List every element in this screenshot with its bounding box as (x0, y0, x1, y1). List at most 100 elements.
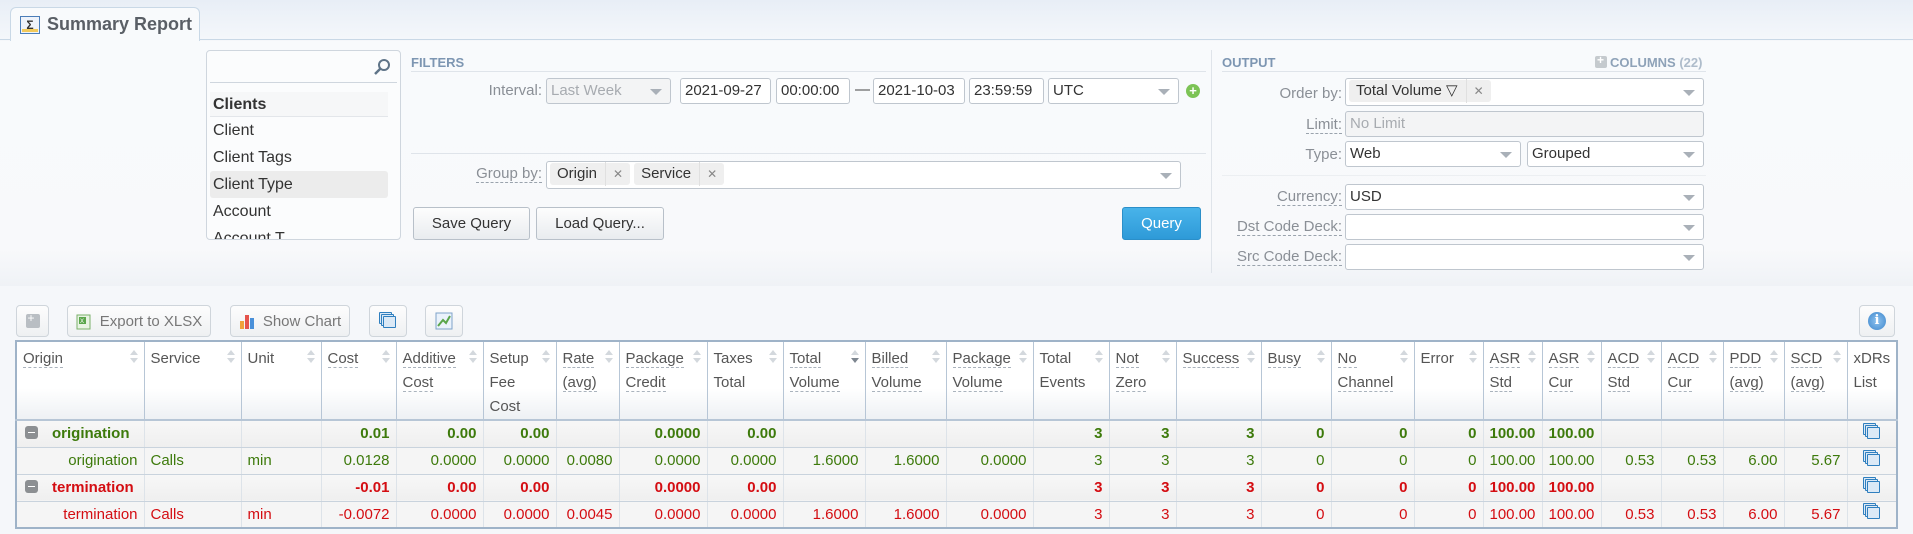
chevron-down-icon (1683, 152, 1695, 158)
export-xlsx-button[interactable]: X Export to XLSX (67, 305, 211, 337)
column-header[interactable]: xDRs List (1846, 341, 1897, 421)
column-header[interactable]: Package Volume (945, 341, 1033, 421)
start-date-input[interactable]: 2021-09-27 (680, 78, 771, 104)
group-by-chip-service[interactable]: Service ✕ (634, 162, 725, 186)
save-query-button[interactable]: Save Query (413, 207, 530, 240)
start-time-input[interactable]: 00:00:00 (776, 78, 850, 104)
sort-arrows-icon[interactable] (1246, 350, 1255, 364)
query-button[interactable]: Query (1122, 207, 1201, 240)
limit-input[interactable]: No Limit (1345, 111, 1704, 137)
currency-select[interactable]: USD (1345, 184, 1704, 210)
interval-select[interactable]: Last Week (546, 78, 671, 104)
column-header[interactable]: ASR Cur (1541, 341, 1601, 421)
type-select[interactable]: Web (1345, 141, 1521, 167)
column-header[interactable]: ASR Std (1482, 341, 1542, 421)
sort-arrows-icon[interactable] (604, 350, 613, 364)
sort-arrows-icon[interactable] (768, 350, 777, 364)
expand-all-button[interactable] (16, 305, 49, 337)
xdrs-list-cell[interactable] (1846, 474, 1897, 502)
compare-button[interactable] (425, 305, 463, 337)
column-header[interactable]: Package Credit (618, 341, 707, 421)
dst-code-deck-select[interactable] (1345, 214, 1704, 240)
column-header[interactable]: Cost (320, 341, 396, 421)
column-header[interactable]: Busy (1260, 341, 1331, 421)
column-header[interactable]: Setup Fee Cost (482, 341, 556, 421)
sort-arrows-icon[interactable] (1646, 350, 1655, 364)
sort-arrows-icon[interactable] (1316, 350, 1325, 364)
xdrs-list-cell[interactable] (1846, 447, 1897, 475)
load-query-button[interactable]: Load Query... (536, 207, 664, 240)
sort-arrows-icon[interactable] (931, 350, 940, 364)
column-header[interactable]: Rate (avg) (555, 341, 619, 421)
xdrs-list-cell[interactable] (1846, 420, 1897, 448)
order-by-chip[interactable]: Total Volume ▽ ✕ (1349, 79, 1491, 103)
type-mode-select[interactable]: Grouped (1527, 141, 1704, 167)
close-icon[interactable]: ✕ (605, 162, 630, 186)
collapse-icon[interactable] (25, 480, 38, 493)
column-header[interactable]: Not Zero (1108, 341, 1176, 421)
src-code-deck-label: Src Code Deck: (1236, 248, 1342, 266)
group-by-chip-origin[interactable]: Origin ✕ (550, 162, 631, 186)
column-header[interactable]: No Channel (1330, 341, 1414, 421)
column-header[interactable]: Additive Cost (395, 341, 483, 421)
sort-arrows-icon[interactable] (129, 350, 138, 364)
xdrs-list-button[interactable] (369, 305, 407, 337)
xdrs-list-cell[interactable] (1846, 501, 1897, 529)
columns-toggle[interactable]: COLUMNS (22) (1595, 53, 1702, 70)
sort-arrows-icon[interactable] (381, 350, 390, 364)
column-header[interactable]: Total Events (1032, 341, 1109, 421)
close-icon[interactable]: ✕ (1465, 79, 1491, 103)
sort-arrows-icon[interactable] (1527, 350, 1536, 364)
list-item-account[interactable]: Account (210, 198, 388, 225)
list-item-account-type[interactable]: Account T... (210, 225, 388, 239)
list-item-client-tags[interactable]: Client Tags (210, 144, 388, 171)
sort-arrows-icon[interactable] (1708, 350, 1717, 364)
tab-summary-report[interactable]: Σ Summary Report (10, 7, 200, 41)
xdr-list-icon[interactable] (1862, 503, 1881, 521)
sort-arrows-icon[interactable] (1399, 350, 1408, 364)
column-header[interactable]: Total Volume (782, 341, 865, 421)
sort-arrows-icon[interactable] (1586, 350, 1595, 364)
src-code-deck-select[interactable] (1345, 244, 1704, 270)
show-chart-button[interactable]: Show Chart (230, 305, 350, 337)
column-header[interactable]: SCD (avg) (1783, 341, 1847, 421)
xdr-list-icon[interactable] (1862, 422, 1881, 441)
column-header[interactable]: Unit (240, 341, 321, 421)
xdr-list-icon[interactable] (1862, 476, 1881, 495)
list-item-client-type[interactable]: Client Type (210, 171, 388, 198)
list-search-input[interactable] (210, 51, 397, 83)
sort-arrows-icon[interactable] (541, 350, 550, 364)
sort-arrows-icon[interactable] (1468, 350, 1477, 364)
column-header[interactable]: ACD Std (1600, 341, 1661, 421)
order-by-select[interactable]: Total Volume ▽ ✕ (1345, 78, 1704, 106)
info-button[interactable]: i (1859, 305, 1895, 337)
sort-arrows-icon[interactable] (468, 350, 477, 364)
column-header[interactable]: Billed Volume (864, 341, 946, 421)
add-interval-icon[interactable]: + (1186, 84, 1200, 98)
sort-arrows-icon[interactable] (850, 350, 859, 364)
sort-arrows-icon[interactable] (692, 350, 701, 364)
column-header[interactable]: Service (143, 341, 241, 421)
table-cell: 0.0000 (618, 501, 707, 529)
sort-arrows-icon[interactable] (306, 350, 315, 364)
sort-arrows-icon[interactable] (1018, 350, 1027, 364)
collapse-icon[interactable] (25, 426, 38, 440)
xdr-list-icon[interactable] (1862, 449, 1881, 468)
column-header[interactable]: ACD Cur (1660, 341, 1723, 421)
column-header[interactable]: Taxes Total (706, 341, 783, 421)
sort-arrows-icon[interactable] (1094, 350, 1103, 364)
end-time-input[interactable]: 23:59:59 (969, 78, 1044, 104)
sort-arrows-icon[interactable] (1161, 350, 1170, 364)
column-header[interactable]: Success (1175, 341, 1261, 421)
group-by-select[interactable]: Origin ✕ Service ✕ (546, 161, 1181, 189)
close-icon[interactable]: ✕ (699, 162, 724, 186)
timezone-select[interactable]: UTC (1048, 78, 1179, 104)
column-header[interactable]: Error (1413, 341, 1483, 421)
end-date-input[interactable]: 2021-10-03 (873, 78, 965, 104)
sort-arrows-icon[interactable] (1769, 350, 1778, 364)
sort-arrows-icon[interactable] (226, 350, 235, 364)
sort-arrows-icon[interactable] (1832, 350, 1841, 364)
column-header[interactable]: PDD (avg) (1722, 341, 1784, 421)
list-item-client[interactable]: Client (210, 117, 388, 144)
column-header[interactable]: Origin (16, 341, 144, 421)
